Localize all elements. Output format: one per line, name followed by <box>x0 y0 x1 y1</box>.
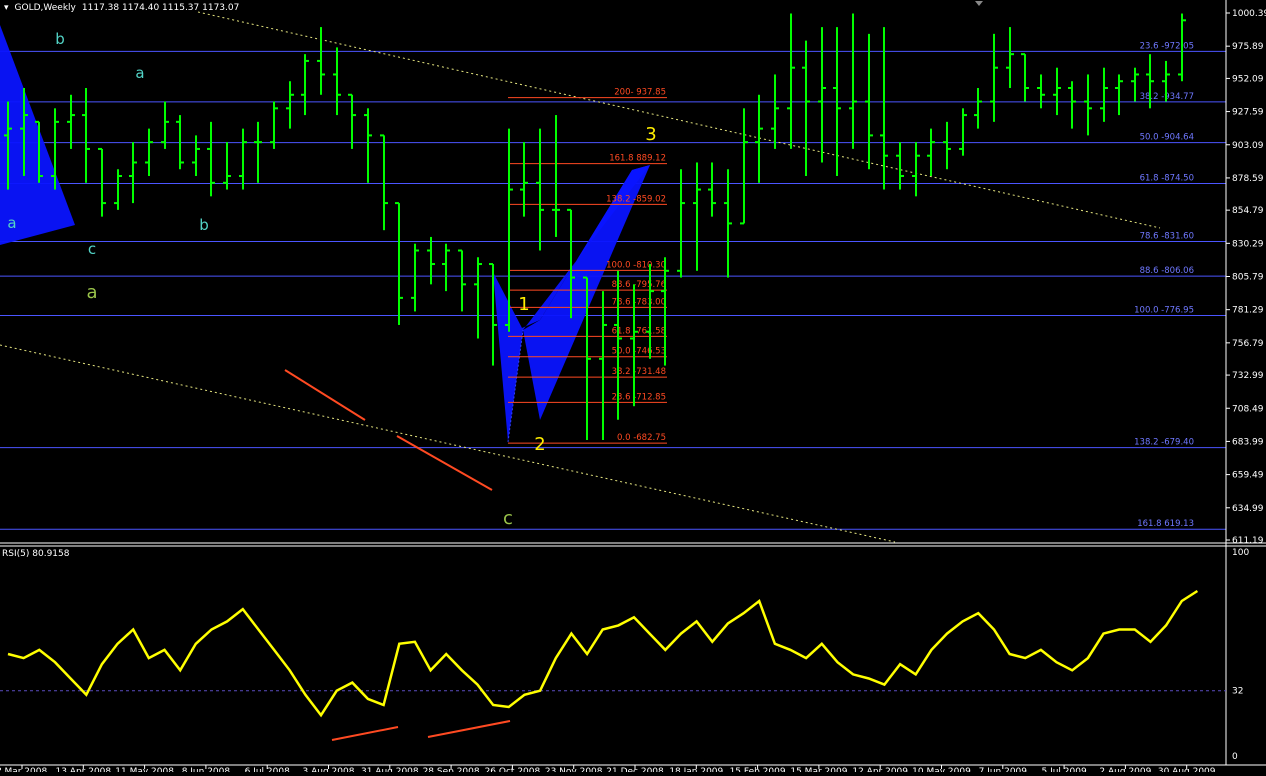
price-tick-label: 611.19 <box>1232 536 1264 546</box>
wave-label: a <box>86 282 97 303</box>
date-tick-label: 15 Mar 2009 <box>790 767 847 772</box>
wave-label: 3 <box>645 124 656 145</box>
wave-label: a <box>7 214 16 232</box>
date-tick-label: 30 Aug 2009 <box>1158 767 1216 772</box>
fib-right-label: 88.6 -806.06 <box>1140 266 1194 276</box>
date-tick-label: 5 Jul 2009 <box>1041 767 1086 772</box>
fib-mid-label: 100.0 -810.30 <box>606 260 666 270</box>
rsi-value: 80.9158 <box>32 549 70 559</box>
date-tick-label: 2 Aug 2009 <box>1099 767 1151 772</box>
price-tick-label: 756.79 <box>1232 339 1264 349</box>
fib-right-label: 161.8 619.13 <box>1137 519 1194 529</box>
price-tick-label: 659.49 <box>1232 471 1264 481</box>
wave-label: 1 <box>518 294 529 315</box>
wave-label: a <box>135 64 144 82</box>
rsi-tick-label: 0 <box>1232 752 1238 762</box>
date-tick-label: 26 Oct 2008 <box>485 767 541 772</box>
fib-mid-label: 78.6 -783.00 <box>612 297 666 307</box>
header-symbol: GOLD,Weekly <box>14 3 76 13</box>
date-tick-label: 18 Jan 2009 <box>669 767 723 772</box>
rsi-tick-label: 100 <box>1232 548 1249 558</box>
fib-mid-label: 161.8 889.12 <box>609 154 666 164</box>
rsi-name: RSI(5) <box>2 549 30 559</box>
price-tick-label: 708.49 <box>1232 404 1264 414</box>
date-tick-label: 12 Apr 2009 <box>852 767 908 772</box>
wave-label: c <box>503 508 513 529</box>
fib-mid-label: 38.2 -731.48 <box>612 367 666 377</box>
price-tick-label: 952.09 <box>1232 74 1264 84</box>
date-tick-label: 13 Apr 2008 <box>55 767 111 772</box>
price-tick-label: 927.59 <box>1232 108 1264 118</box>
price-tick-label: 634.99 <box>1232 504 1264 514</box>
date-tick-label: 3 Aug 2008 <box>303 767 355 772</box>
chart-stage: 23.6 -972.0538.2 -934.7750.0 -904.6461.8… <box>0 0 1266 776</box>
price-tick-label: 732.99 <box>1232 371 1264 381</box>
price-tick-label: 854.79 <box>1232 206 1264 216</box>
rsi-tick-label: 32 <box>1232 687 1243 697</box>
fib-mid-label: 88.6 -795.76 <box>612 280 666 290</box>
fib-right-label: 61.8 -874.50 <box>1140 173 1194 183</box>
date-tick-label: 7 Jun 2009 <box>979 767 1028 772</box>
price-tick-label: 830.29 <box>1232 239 1264 249</box>
rsi-header: RSI(5) 80.9158 <box>2 549 69 559</box>
price-tick-label: 1000.39 <box>1232 9 1266 19</box>
wave-label: b <box>199 216 209 234</box>
fib-right-label: 100.0 -776.95 <box>1134 306 1194 316</box>
date-tick-label: 21 Dec 2008 <box>606 767 664 772</box>
date-tick-label: 11 May 2008 <box>115 767 174 772</box>
chart-canvas: 23.6 -972.0538.2 -934.7750.0 -904.6461.8… <box>0 0 1266 776</box>
chart-header: ▾ GOLD,Weekly 1117.38 1174.40 1115.37 1173… <box>4 3 245 13</box>
fib-right-label: 78.6 -831.60 <box>1140 232 1194 242</box>
date-tick-label: ? Mar 2008 <box>0 767 47 772</box>
price-tick-label: 975.89 <box>1232 42 1264 52</box>
price-tick-label: 903.09 <box>1232 141 1264 151</box>
wave-label: 2 <box>534 434 545 455</box>
date-tick-label: 23 Nov 2008 <box>545 767 603 772</box>
price-tick-label: 805.79 <box>1232 273 1264 283</box>
fib-right-label: 138.2 -679.40 <box>1134 438 1194 448</box>
fib-mid-label: 23.6 -712.85 <box>612 392 666 402</box>
header-ohlc: 1117.38 1174.40 1115.37 1173.07 <box>81 3 240 13</box>
date-tick-label: 6 Jul 2008 <box>245 767 290 772</box>
fib-mid-label: 138.2 -859.02 <box>606 194 666 204</box>
fib-mid-label: 50.0 -746.53 <box>612 347 666 357</box>
price-tick-label: 878.59 <box>1232 174 1264 184</box>
header-arrow-icon[interactable]: ▾ <box>4 3 9 13</box>
fib-mid-label: 200- 937.85 <box>614 88 666 98</box>
price-tick-label: 683.99 <box>1232 437 1264 447</box>
fib-right-label: 50.0 -904.64 <box>1140 133 1194 143</box>
fib-mid-label: 0.0 -682.75 <box>617 433 666 443</box>
date-tick-label: 10 May 2009 <box>912 767 971 772</box>
price-tick-label: 781.29 <box>1232 306 1264 316</box>
date-tick-label: 8 Jun 2008 <box>182 767 231 772</box>
date-tick-label: 28 Sep 2008 <box>423 767 480 772</box>
fib-right-label: 23.6 -972.05 <box>1140 41 1194 51</box>
date-tick-label: 31 Aug 2008 <box>361 767 419 772</box>
wave-label: c <box>88 240 96 258</box>
date-tick-label: 15 Feb 2009 <box>730 767 786 772</box>
wave-label: b <box>55 30 65 48</box>
fib-mid-label: 61.8 -761.58 <box>612 326 666 336</box>
